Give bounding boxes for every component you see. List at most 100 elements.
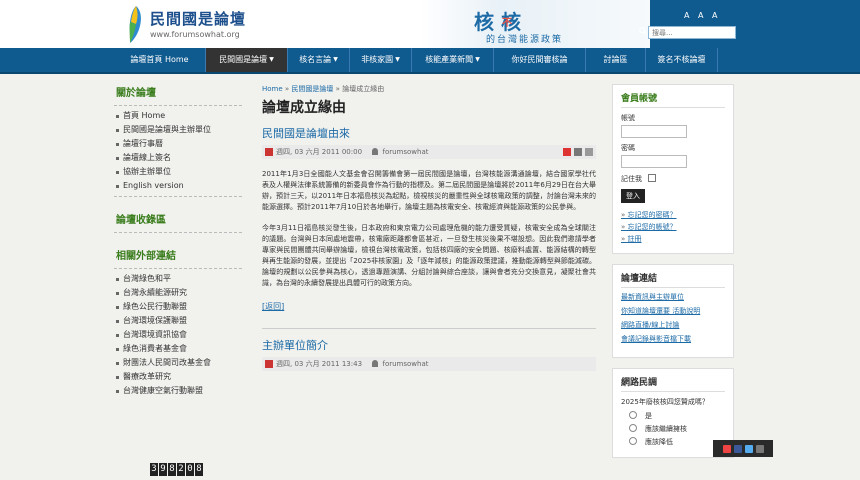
about-title: 關於論壇 (116, 88, 156, 99)
share-plurk-icon[interactable] (722, 444, 731, 453)
login-button[interactable]: 登入 (621, 189, 645, 203)
about-item-organizers[interactable]: 民間國是論壇與主辦單位 (114, 123, 242, 137)
poll-option[interactable]: 應該降低 (621, 436, 725, 449)
about-item-co-organizers[interactable]: 協辦主辦單位 (114, 165, 242, 179)
username-input[interactable] (621, 125, 687, 138)
counter-digit: 3 (150, 463, 158, 476)
breadcrumb: Home » 民間國是論壇 » 論壇成立緣由 (262, 84, 596, 94)
article-title[interactable]: 主辦單位簡介 (262, 337, 596, 353)
calendar-icon (265, 148, 273, 156)
banner-mark: 不 (502, 18, 512, 29)
external-link[interactable]: 財團法人民間司改基金會 (114, 356, 242, 370)
forum-link[interactable]: 你知道論壇還要 活動說明 (621, 307, 725, 316)
breadcrumb-home[interactable]: Home (262, 85, 283, 93)
login-box: 會員帳號 帳號 密碼 記住我 登入 忘記您的密碼？ 忘記您的帳號？ 註冊 (612, 84, 734, 254)
password-input[interactable] (621, 155, 687, 168)
external-link[interactable]: 台灣綠色和平 (114, 272, 242, 286)
counter-digit: 0 (186, 463, 194, 476)
about-item-sign[interactable]: 論壇線上簽名 (114, 151, 242, 165)
nav-item-discussion[interactable]: 討論區 (586, 48, 646, 72)
radio-button[interactable] (629, 424, 637, 432)
nav-item-review[interactable]: 你好民間審核論 (494, 48, 586, 72)
nav-label: 論壇首頁 Home (130, 55, 189, 64)
external-link[interactable]: 醫療改革研究 (114, 370, 242, 384)
forum-links-box: 論壇連結 最新資訊與主辦單位 你知道論壇還要 活動說明 網路直播/線上討論 會議… (612, 264, 734, 358)
about-item-calendar[interactable]: 論壇行事曆 (114, 137, 242, 151)
forum-link[interactable]: 會議記錄與影音檔下載 (621, 335, 725, 344)
poll-option[interactable]: 應該繼續擁核 (621, 423, 725, 436)
external-link[interactable]: 台灣永續能源研究 (114, 286, 242, 300)
counter-digit: 8 (168, 463, 176, 476)
nav-label: 非核家園 (361, 55, 394, 64)
about-item-home[interactable]: 首頁 Home (114, 109, 242, 123)
breadcrumb-forum[interactable]: 民間國是論壇 (291, 85, 333, 93)
site-title[interactable]: 民間國是論壇 (150, 8, 246, 29)
external-link[interactable]: 台灣健康空氣行動聯盟 (114, 384, 242, 398)
poll-option[interactable]: 是 (621, 410, 725, 423)
nav-label: 核名言論 (299, 55, 332, 64)
search-icon[interactable] (639, 27, 647, 35)
register-link[interactable]: 註冊 (621, 233, 725, 245)
nav-item-nuclear-free[interactable]: 非核家園 ▼ (350, 48, 412, 72)
remember-label: 記住我 (621, 175, 642, 183)
taiwan-logo-icon[interactable] (124, 4, 146, 44)
counter-digit: 2 (177, 463, 185, 476)
article-date: 週四, 03 六月 2011 00:00 (276, 148, 363, 156)
caret-down-icon: ▼ (395, 56, 400, 63)
collect-title: 論壇收錄區 (116, 215, 166, 226)
forgot-password-link[interactable]: 忘記您的密碼？ (621, 209, 725, 221)
login-links: 忘記您的密碼？ 忘記您的帳號？ 註冊 (621, 209, 725, 245)
forum-links-title: 論壇連結 (621, 271, 725, 288)
password-label: 密碼 (621, 144, 635, 152)
forum-link[interactable]: 最新資訊與主辦單位 (621, 293, 725, 302)
radio-button[interactable] (629, 437, 637, 445)
remember-row: 記住我 (621, 174, 725, 184)
email-icon[interactable] (585, 148, 593, 156)
external-link[interactable]: 台灣環境保護聯盟 (114, 314, 242, 328)
divider (114, 105, 242, 106)
links-title: 相關外部連結 (116, 251, 176, 262)
external-link[interactable]: 台灣環境資訊協會 (114, 328, 242, 342)
external-link[interactable]: 綠色消費者基金會 (114, 342, 242, 356)
nav-label: 核能產業新聞 (425, 55, 474, 64)
nav-item-home[interactable]: 論壇首頁 Home (114, 48, 206, 72)
divider (114, 196, 242, 197)
left-sidebar: 關於論壇 首頁 Home 民間國是論壇與主辦單位 論壇行事曆 論壇線上簽名 協辦… (114, 84, 242, 398)
main-content: Home » 民間國是論壇 » 論壇成立緣由 論壇成立緣由 民間國是論壇由來 週… (262, 84, 596, 371)
banner-subtitle: 的台灣能源政策 (486, 35, 564, 45)
share-facebook-icon[interactable] (733, 444, 742, 453)
site-header: 民間國是論壇 www.forumsowhat.org 核 核 不 的台灣能源政策… (0, 0, 860, 48)
caret-down-icon: ▼ (333, 56, 338, 63)
external-link[interactable]: 綠色公民行動聯盟 (114, 300, 242, 314)
caret-down-icon: ▼ (475, 56, 480, 63)
article-title[interactable]: 民間國是論壇由來 (262, 125, 596, 141)
share-twitter-icon[interactable] (744, 444, 753, 453)
external-links-list: 台灣綠色和平 台灣永續能源研究 綠色公民行動聯盟 台灣環境保護聯盟 台灣環境資訊… (114, 272, 242, 398)
radio-button[interactable] (629, 411, 637, 419)
nav-label: 簽名不核論壇 (657, 55, 706, 64)
poll-option-label: 應該降低 (645, 438, 673, 446)
nav-item-statements[interactable]: 核名言論 ▼ (288, 48, 350, 72)
counter-digit: 9 (159, 463, 167, 476)
print-icon[interactable] (574, 148, 582, 156)
search-input[interactable] (648, 26, 736, 39)
main-nav: 論壇首頁 Home 民間國是論壇 ▼ 核名言論 ▼ 非核家園 ▼ 核能產業新聞 ▼ 你好… (0, 48, 860, 74)
remember-checkbox[interactable] (648, 174, 657, 182)
forgot-username-link[interactable]: 忘記您的帳號？ (621, 221, 725, 233)
article-paragraph: 2011年1月3日全國能人文基金會召開籌備會第一屆民間國是論壇，台灣核能源溝通論… (262, 170, 596, 211)
forum-link[interactable]: 網路直播/線上討論 (621, 321, 725, 330)
share-email-icon[interactable] (755, 444, 764, 453)
banner-title-text: 核 核 (474, 10, 521, 34)
article-author: forumsowhat (382, 360, 429, 368)
caret-down-icon: ▼ (269, 56, 274, 63)
pdf-icon[interactable] (563, 148, 571, 156)
nav-item-forum[interactable]: 民間國是論壇 ▼ (206, 48, 288, 72)
about-item-english[interactable]: English version (114, 179, 242, 193)
back-link[interactable]: [返回] (262, 301, 284, 312)
font-size-control[interactable]: A A A (684, 11, 721, 20)
nav-item-news[interactable]: 核能產業新聞 ▼ (412, 48, 494, 72)
login-title: 會員帳號 (621, 91, 725, 108)
nav-item-sign[interactable]: 簽名不核論壇 (646, 48, 718, 72)
nav-label: 你好民間審核論 (511, 55, 568, 64)
about-list: 首頁 Home 民間國是論壇與主辦單位 論壇行事曆 論壇線上簽名 協辦主辦單位 … (114, 109, 242, 193)
